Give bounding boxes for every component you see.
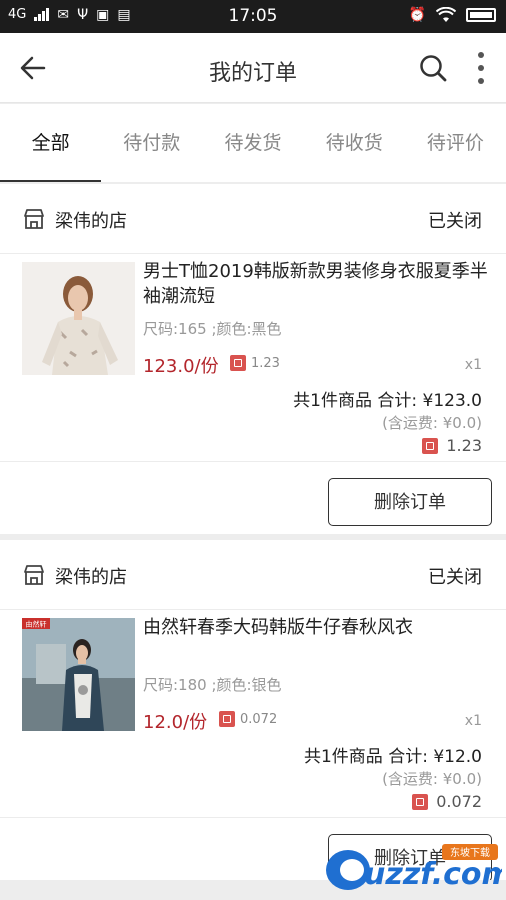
shop-icon bbox=[24, 209, 44, 229]
coupon-icon bbox=[219, 711, 235, 727]
coupon-icon bbox=[422, 437, 439, 454]
order-actions: 删除订单 bbox=[0, 462, 506, 534]
product-price: 123.0/份 bbox=[143, 356, 219, 377]
product-spec: 尺码:165 ;颜色:黑色 bbox=[143, 320, 282, 338]
order-coupon: 0.072 bbox=[412, 792, 482, 811]
coupon-value: 0.072 bbox=[240, 712, 278, 727]
wifi-icon bbox=[436, 7, 456, 22]
shop-name: 梁伟的店 bbox=[55, 211, 127, 232]
coupon-value: 1.23 bbox=[251, 356, 280, 371]
coupon-total: 1.23 bbox=[446, 436, 482, 455]
product-spec: 尺码:180 ;颜色:银色 bbox=[143, 676, 282, 694]
status-right: ⏰ bbox=[409, 7, 496, 23]
order-item[interactable]: 男士T恤2019韩版新款男装修身衣服夏季半袖潮流短 尺码:165 ;颜色:黑色 … bbox=[0, 254, 506, 384]
product-quantity: x1 bbox=[464, 713, 482, 729]
order-total: 共1件商品 合计: ¥123.0 bbox=[293, 391, 482, 411]
shop-name: 梁伟的店 bbox=[55, 567, 127, 588]
shipping-fee: (含运费: ¥0.0) bbox=[382, 414, 482, 432]
coupon-icon bbox=[412, 793, 429, 810]
shipping-fee: (含运费: ¥0.0) bbox=[382, 770, 482, 788]
product-quantity: x1 bbox=[464, 357, 482, 373]
order-total: 共1件商品 合计: ¥12.0 bbox=[303, 747, 482, 767]
order-item[interactable]: 由然轩 由然轩春季大码韩版牛仔春秋风衣 尺码:180 ;颜色:银色 12.0/份… bbox=[0, 610, 506, 740]
app-header: 我的订单 bbox=[0, 33, 506, 103]
order-card: 梁伟的店 已关闭 男士T恤2019韩版新款男装修身衣服夏季半袖潮流短 尺码:16… bbox=[0, 184, 506, 534]
order-summary: 共1件商品 合计: ¥12.0 (含运费: ¥0.0) 0.072 bbox=[0, 740, 506, 818]
watermark-badge: 东坡下载 bbox=[450, 846, 490, 859]
order-summary: 共1件商品 合计: ¥123.0 (含运费: ¥0.0) 1.23 bbox=[0, 384, 506, 462]
watermark-text: uzzf.com bbox=[364, 857, 502, 892]
product-image[interactable]: 由然轩 bbox=[22, 618, 135, 731]
order-card: 梁伟的店 已关闭 由然轩 由然轩春季大码韩版牛仔春秋风衣 尺码:180 ;颜色:… bbox=[0, 540, 506, 880]
coupon-icon bbox=[230, 355, 246, 371]
tab-pending-payment[interactable]: 待付款 bbox=[101, 104, 202, 182]
product-badge: 由然轩 bbox=[26, 620, 47, 629]
shop-header[interactable]: 梁伟的店 已关闭 bbox=[0, 184, 506, 254]
watermark-logo: uzzf.com 东坡下载 bbox=[326, 844, 502, 892]
product-price: 12.0/份 bbox=[143, 712, 208, 733]
more-options-icon[interactable] bbox=[470, 49, 492, 87]
search-icon[interactable] bbox=[418, 53, 448, 83]
tab-pending-review[interactable]: 待评价 bbox=[405, 104, 506, 182]
order-status: 已关闭 bbox=[428, 211, 482, 232]
shop-header[interactable]: 梁伟的店 已关闭 bbox=[0, 540, 506, 610]
product-image[interactable] bbox=[22, 262, 135, 375]
order-status: 已关闭 bbox=[428, 567, 482, 588]
tab-all[interactable]: 全部 bbox=[0, 104, 102, 182]
order-tabs: 全部 待付款 待发货 待收货 待评价 bbox=[0, 104, 506, 182]
order-coupon: 1.23 bbox=[422, 436, 482, 455]
coupon-total: 0.072 bbox=[436, 792, 482, 811]
tab-pending-shipment[interactable]: 待发货 bbox=[202, 104, 303, 182]
alarm-icon: ⏰ bbox=[408, 7, 426, 23]
shop-icon bbox=[24, 565, 44, 585]
product-title: 男士T恤2019韩版新款男装修身衣服夏季半袖潮流短 bbox=[143, 261, 488, 307]
status-bar: 4G ✉ Ψ ▣ ▤ 17:05 ⏰ bbox=[0, 0, 506, 33]
tab-pending-receipt[interactable]: 待收货 bbox=[304, 104, 405, 182]
delete-order-button[interactable]: 删除订单 bbox=[328, 478, 492, 526]
battery-icon bbox=[466, 8, 496, 22]
product-title: 由然轩春季大码韩版牛仔春秋风衣 bbox=[143, 617, 413, 638]
